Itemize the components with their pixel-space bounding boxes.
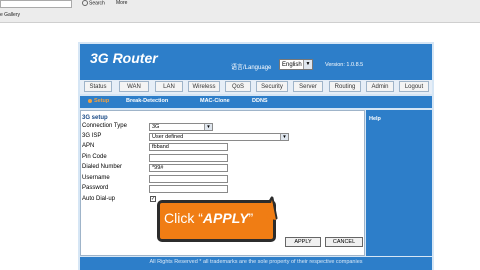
search-label: Search xyxy=(89,0,105,7)
apn-field[interactable]: fbband xyxy=(149,143,228,151)
tab-server[interactable]: Server xyxy=(293,81,323,92)
tab-lan[interactable]: LAN xyxy=(155,81,183,92)
language-value: English xyxy=(282,62,302,68)
chevron-down-icon: ▼ xyxy=(280,134,288,140)
language-label: 语言/Language xyxy=(231,65,272,71)
gallery-label[interactable]: e Gallery xyxy=(0,12,20,18)
section-title: 3G setup xyxy=(82,115,108,121)
address-field[interactable] xyxy=(0,0,72,8)
connection-type-select[interactable]: 3G ▼ xyxy=(149,123,213,131)
tab-status[interactable]: Status xyxy=(84,81,112,92)
firmware-version: Version: 1.0.8.5 xyxy=(325,62,364,68)
tab-wireless[interactable]: Wireless xyxy=(188,81,220,92)
help-title: Help xyxy=(369,116,381,122)
username-field[interactable] xyxy=(149,175,228,183)
subtab-ddns[interactable]: DDNS xyxy=(252,98,268,104)
username-label: Username xyxy=(82,175,110,181)
tab-routing[interactable]: Routing xyxy=(329,81,361,92)
language-select[interactable]: English ▼ xyxy=(279,59,313,70)
pin-field[interactable] xyxy=(149,154,228,162)
callout-pointer-fill xyxy=(266,200,276,220)
isp-label: 3G ISP xyxy=(82,133,102,139)
tab-admin[interactable]: Admin xyxy=(366,81,394,92)
isp-select[interactable]: User defined ▼ xyxy=(149,133,289,141)
subtab-mac-clone[interactable]: MAC-Clone xyxy=(200,98,230,104)
tab-logout[interactable]: Logout xyxy=(399,81,429,92)
callout-quote-close: ” xyxy=(248,210,254,226)
check-icon: ✓ xyxy=(151,196,156,202)
more-link[interactable]: More xyxy=(116,0,127,7)
apn-label: APN xyxy=(82,143,95,149)
router-brand: 3G Router xyxy=(90,50,158,66)
isp-value: User defined xyxy=(152,134,184,140)
callout-action: APPLY xyxy=(202,210,249,226)
browser-toolbar xyxy=(0,0,480,23)
chevron-down-icon: ▼ xyxy=(303,60,312,69)
callout-prefix: Click xyxy=(164,210,199,226)
tab-qos[interactable]: QoS xyxy=(225,81,251,92)
dialed-number-label: Dialed Number xyxy=(82,164,123,170)
autodial-label: Auto Dial-up xyxy=(82,196,116,202)
password-label: Password xyxy=(82,185,109,191)
search-icon xyxy=(82,0,88,6)
chevron-down-icon: ▼ xyxy=(204,124,212,130)
callout-text: Click “APPLY” xyxy=(164,210,253,226)
apply-button[interactable]: APPLY xyxy=(285,237,321,247)
tab-wan[interactable]: WAN xyxy=(119,81,149,92)
search-button[interactable]: Search xyxy=(82,0,105,7)
subtab-setup[interactable]: Setup xyxy=(94,98,109,104)
connection-type-value: 3G xyxy=(152,124,160,130)
connection-type-label: Connection Type xyxy=(82,123,127,129)
footer-text: All Rights Reserved * all trademarks are… xyxy=(149,259,363,265)
cancel-button[interactable]: CANCEL xyxy=(325,237,363,247)
password-field[interactable] xyxy=(149,185,228,193)
autodial-checkbox[interactable]: ✓ xyxy=(150,196,156,202)
subtab-break-detection[interactable]: Break-Detection xyxy=(126,98,168,104)
tab-security[interactable]: Security xyxy=(256,81,288,92)
dialed-number-field[interactable]: *99# xyxy=(149,164,228,172)
pin-label: Pin Code xyxy=(82,154,107,160)
active-bullet-icon xyxy=(88,99,92,103)
help-panel xyxy=(366,110,432,256)
